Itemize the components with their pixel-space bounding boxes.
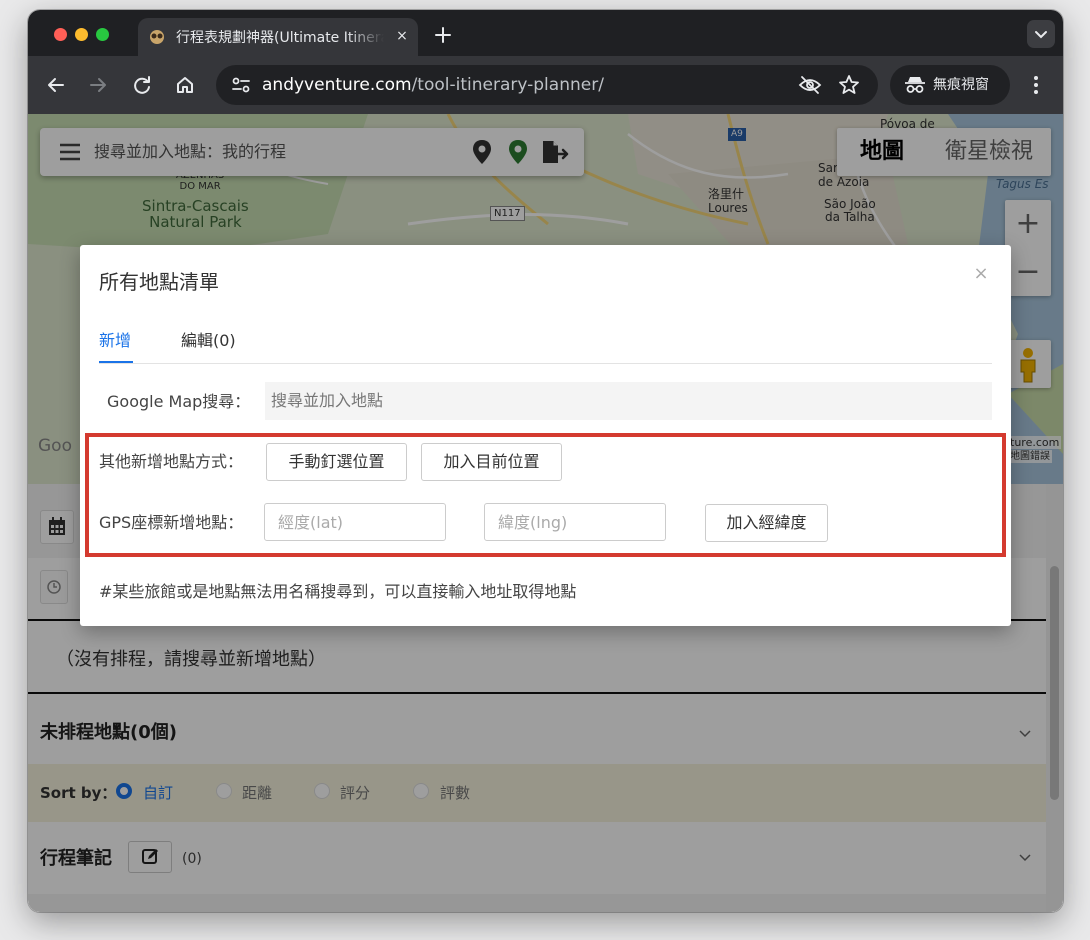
site-settings-icon[interactable] xyxy=(230,75,252,95)
add-coordinates-button[interactable]: 加入經緯度 xyxy=(705,504,828,542)
modal-close-icon[interactable]: × xyxy=(972,265,990,283)
latitude-placeholder: 經度(lat) xyxy=(278,513,344,532)
gps-coordinates-label: GPS座標新增地點： xyxy=(99,513,244,532)
address-bar[interactable]: andyventure.com/tool-itinerary-planner/ xyxy=(216,65,878,105)
incognito-label: 無痕視窗 xyxy=(933,77,989,93)
chevron-down-icon xyxy=(1035,31,1047,39)
incognito-indicator[interactable]: 無痕視窗 xyxy=(890,65,1010,105)
eye-slash-icon[interactable] xyxy=(798,74,822,96)
close-window-button[interactable] xyxy=(54,28,67,41)
url-path: /tool-itinerary-planner/ xyxy=(411,75,604,95)
add-current-location-button[interactable]: 加入目前位置 xyxy=(421,443,562,481)
reload-icon[interactable] xyxy=(130,73,154,97)
google-search-placeholder: 搜尋並加入地點 xyxy=(271,391,384,410)
tab-add[interactable]: 新增 xyxy=(99,331,131,351)
url-text: andyventure.com/tool-itinerary-planner/ xyxy=(262,75,604,95)
maximize-window-button[interactable] xyxy=(96,28,109,41)
tabs-divider xyxy=(99,363,992,364)
longitude-input[interactable]: 緯度(lng) xyxy=(484,503,666,541)
google-search-label: Google Map搜尋： xyxy=(107,392,251,411)
tab-title: 行程表規劃神器(Ultimate Itinerary Planner) xyxy=(176,30,384,46)
url-domain: andyventure.com xyxy=(262,75,412,95)
web-page: Póvoa de Sar de Azoia Tagus Es AZENHAS D… xyxy=(28,114,1063,912)
minimize-window-button[interactable] xyxy=(75,28,88,41)
bookmark-star-icon[interactable] xyxy=(838,74,860,96)
more-vertical-icon[interactable] xyxy=(1024,73,1048,97)
other-methods-label: 其他新增地點方式： xyxy=(99,452,244,471)
browser-toolbar: andyventure.com/tool-itinerary-planner/ … xyxy=(28,56,1063,114)
incognito-icon xyxy=(905,77,925,93)
tab-search-button[interactable] xyxy=(1027,20,1055,48)
modal-title: 所有地點清單 xyxy=(99,270,219,294)
browser-tab[interactable]: 行程表規劃神器(Ultimate Itinerary Planner) × xyxy=(138,18,418,56)
back-arrow-icon[interactable] xyxy=(44,73,68,97)
all-places-modal: 所有地點清單 × 新增 編輯(0) Google Map搜尋： 搜尋並加入地點 … xyxy=(80,245,1011,626)
tab-strip: 行程表規劃神器(Ultimate Itinerary Planner) × xyxy=(28,10,1063,56)
tab-edit[interactable]: 編輯(0) xyxy=(181,331,236,351)
forward-arrow-icon[interactable] xyxy=(86,73,110,97)
browser-window: 行程表規劃神器(Ultimate Itinerary Planner) × xyxy=(28,10,1063,912)
latitude-input[interactable]: 經度(lat) xyxy=(264,503,446,541)
google-search-input[interactable]: 搜尋並加入地點 xyxy=(265,382,992,420)
address-search-tip: #某些旅館或是地點無法用名稱搜尋到，可以直接輸入地址取得地點 xyxy=(99,582,577,601)
new-tab-plus-icon[interactable] xyxy=(430,22,456,48)
tab-close-icon[interactable]: × xyxy=(392,26,412,46)
home-icon[interactable] xyxy=(173,73,197,97)
favicon-icon xyxy=(150,30,164,44)
longitude-placeholder: 緯度(lng) xyxy=(498,513,568,532)
manual-pin-button[interactable]: 手動釘選位置 xyxy=(266,443,407,481)
